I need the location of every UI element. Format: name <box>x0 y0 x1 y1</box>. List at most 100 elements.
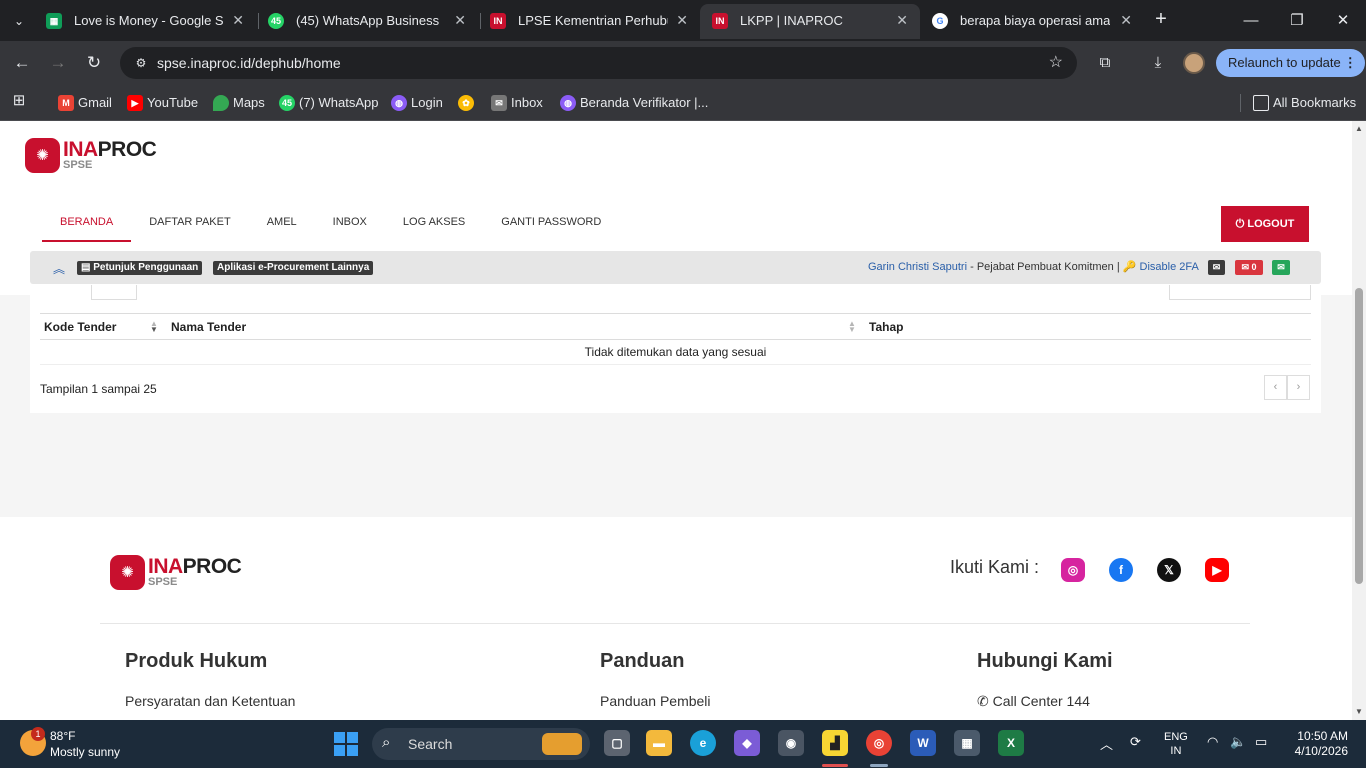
scroll-up-icon[interactable]: ▲ <box>1354 124 1364 133</box>
disable-2fa-label: Disable 2FA <box>1139 261 1199 273</box>
chevron-up-icon[interactable]: ︿ <box>1100 734 1113 753</box>
browser-tab[interactable]: IN LPSE Kementrian Perhubung ✕ <box>478 6 700 35</box>
bookmark-inbox[interactable]: ✉ Inbox <box>491 92 543 114</box>
tab-title: LPSE Kementrian Perhubung <box>518 13 668 28</box>
volume-icon[interactable]: 🔈 <box>1230 734 1246 750</box>
footer-link-call-center[interactable]: ✆ Call Center 144 <box>977 693 1090 710</box>
scrollbar-thumb[interactable] <box>1355 288 1363 584</box>
menu-inbox[interactable]: INBOX <box>315 209 385 242</box>
tab-search-chevron-icon[interactable]: ⌄ <box>6 8 32 34</box>
envelope-icon[interactable]: ✉ <box>1208 260 1225 275</box>
close-icon[interactable]: ✕ <box>454 6 466 35</box>
footer-link-persyaratan[interactable]: Persyaratan dan Ketentuan <box>125 693 295 709</box>
browser-tab-active[interactable]: IN LKPP | INAPROC ✕ <box>700 4 920 39</box>
sticky-notes-icon[interactable]: ▟ <box>822 730 848 756</box>
taskbar-search-box[interactable]: ⌕ Search <box>372 728 590 760</box>
restore-icon[interactable]: ❐ <box>1274 0 1320 41</box>
weather-description[interactable]: Mostly sunny <box>50 745 120 759</box>
footer-link-panduan-pembeli[interactable]: Panduan Pembeli <box>600 693 711 709</box>
other-apps-link[interactable]: Aplikasi e-Procurement Lainnya <box>213 261 374 275</box>
inaproc-logo[interactable]: ✺ INAPROC SPSE <box>25 138 157 173</box>
column-nama-tender[interactable]: Nama Tender <box>171 314 246 340</box>
close-icon[interactable]: ✕ <box>232 6 244 35</box>
user-name[interactable]: Garin Christi Saputri <box>868 261 967 273</box>
page-scrollbar[interactable]: ▲ ▼ <box>1352 121 1366 720</box>
logout-button[interactable]: ⏻ LOGOUT <box>1221 206 1309 242</box>
sort-icon[interactable]: ▲ ▼ <box>150 320 158 334</box>
relaunch-button[interactable]: Relaunch to update ⋮ <box>1216 49 1365 77</box>
bookmark-maps[interactable]: Maps <box>213 92 265 114</box>
excel-icon[interactable]: X <box>998 730 1024 756</box>
browser-tab[interactable]: ▦ Love is Money - Google Spre ✕ <box>34 6 256 35</box>
extensions-icon[interactable]: ⧉ <box>1093 51 1117 75</box>
bookmark-login[interactable]: ◍ Login <box>391 92 443 114</box>
edge-icon[interactable]: e <box>690 730 716 756</box>
bookmark-whatsapp[interactable]: 45 (7) WhatsApp <box>279 92 378 114</box>
bookmark-youtube[interactable]: ▶ YouTube <box>127 92 198 114</box>
page-size-select[interactable] <box>91 285 137 300</box>
menu-ganti-password[interactable]: GANTI PASSWORD <box>483 209 619 242</box>
close-icon[interactable]: ✕ <box>896 4 908 37</box>
x-twitter-icon[interactable]: 𝕏 <box>1157 558 1181 582</box>
battery-icon[interactable]: ▭ <box>1255 734 1267 750</box>
camera-icon[interactable]: ◉ <box>778 730 804 756</box>
sync-icon[interactable]: ⟳ <box>1130 734 1141 750</box>
footer-inaproc-logo[interactable]: ✺ INAPROC SPSE <box>110 555 242 590</box>
browser-tab[interactable]: 45 (45) WhatsApp Business ✕ <box>256 6 478 35</box>
prev-page-button[interactable]: ‹ <box>1264 375 1287 400</box>
menu-log-akses[interactable]: LOG AKSES <box>385 209 483 242</box>
weather-temperature[interactable]: 88°F <box>50 729 75 743</box>
site-footer: ✺ INAPROC SPSE Ikuti Kami : ◎ f 𝕏 ▶ Prod… <box>0 517 1352 720</box>
bookmark-photos[interactable]: ✿ <box>458 92 474 114</box>
menu-amel[interactable]: AMEL <box>249 209 315 242</box>
instagram-icon[interactable]: ◎ <box>1061 558 1085 582</box>
language-indicator[interactable]: ENG IN <box>1164 730 1188 758</box>
profile-avatar[interactable] <box>1183 52 1205 74</box>
minimize-icon[interactable]: — <box>1228 0 1274 41</box>
browser-tab[interactable]: G berapa biaya operasi amand ✕ <box>920 6 1144 35</box>
bookmark-gmail[interactable]: M Gmail <box>58 92 112 114</box>
address-bar[interactable]: ⚙ spse.inaproc.id/dephub/home ☆ <box>120 47 1077 79</box>
youtube-icon[interactable]: ▶ <box>1205 558 1229 582</box>
forward-arrow-icon[interactable]: → <box>46 51 70 75</box>
table-search-input[interactable] <box>1169 285 1311 300</box>
back-arrow-icon[interactable]: ← <box>10 51 34 75</box>
file-explorer-icon[interactable]: ▬ <box>646 730 672 756</box>
download-icon[interactable]: ⤓ <box>1146 51 1170 75</box>
scroll-down-icon[interactable]: ▼ <box>1354 707 1364 716</box>
window-close-icon[interactable]: ✕ <box>1320 0 1366 41</box>
url-text[interactable]: spse.inaproc.id/dephub/home <box>157 47 341 79</box>
open-mail-icon[interactable]: ✉ <box>1272 260 1290 275</box>
calculator-icon[interactable]: ▦ <box>954 730 980 756</box>
menu-beranda[interactable]: BERANDA <box>42 209 132 242</box>
wifi-icon[interactable]: ◠ <box>1207 734 1218 750</box>
user-guide-link[interactable]: ▤ Petunjuk Penggunaan <box>77 261 203 275</box>
new-tab-plus-icon[interactable]: + <box>1150 8 1172 32</box>
disable-2fa-link[interactable]: 🔑 Disable 2FA <box>1123 261 1199 273</box>
double-chevron-up-icon[interactable]: ︽ <box>53 260 65 277</box>
column-tahap[interactable]: Tahap <box>869 314 903 340</box>
bookmark-beranda-verifikator[interactable]: ◍ Beranda Verifikator |... <box>560 92 708 114</box>
task-view-icon[interactable]: ▢ <box>604 730 630 756</box>
close-icon[interactable]: ✕ <box>1120 6 1132 35</box>
sort-icon[interactable]: ▲ ▼ <box>848 320 856 334</box>
menu-daftar-paket[interactable]: DAFTAR PAKET <box>131 209 249 242</box>
word-icon[interactable]: W <box>910 730 936 756</box>
apps-grid-icon[interactable]: ⊞ <box>10 92 28 110</box>
bookmark-star-icon[interactable]: ☆ <box>1049 47 1063 79</box>
chrome-icon[interactable]: ◎ <box>866 730 892 756</box>
windows-start-icon[interactable] <box>334 732 358 756</box>
language-label: ENG <box>1164 731 1188 743</box>
facebook-icon[interactable]: f <box>1109 558 1133 582</box>
all-bookmarks[interactable]: All Bookmarks <box>1253 92 1356 114</box>
inbox-count-badge[interactable]: ✉ 0 <box>1235 260 1263 275</box>
mail-icon: ✉ <box>491 95 507 111</box>
active-app-indicator <box>822 764 848 767</box>
column-kode-tender[interactable]: Kode Tender <box>44 314 116 340</box>
site-settings-icon[interactable]: ⚙ <box>132 54 150 72</box>
copilot-icon[interactable]: ◆ <box>734 730 760 756</box>
system-clock[interactable]: 10:50 AM 4/10/2026 <box>1290 729 1348 759</box>
close-icon[interactable]: ✕ <box>676 6 688 35</box>
reload-icon[interactable]: ↻ <box>82 51 106 75</box>
next-page-button[interactable]: › <box>1287 375 1310 400</box>
